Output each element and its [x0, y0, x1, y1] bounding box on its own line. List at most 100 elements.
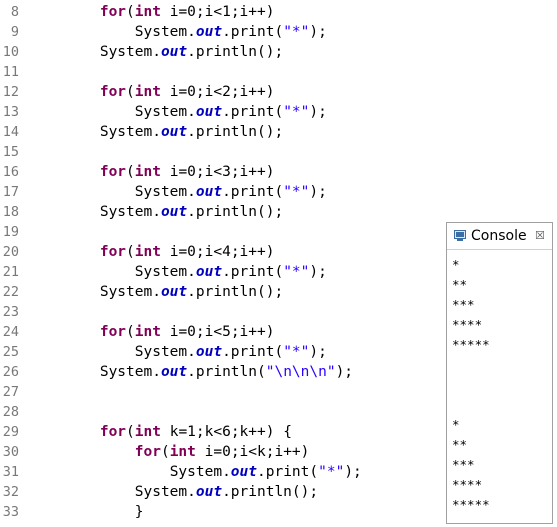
console-output-line: ***** [452, 497, 490, 512]
code-text[interactable]: System.out.println(); [30, 482, 318, 502]
keyword-token: for [99, 324, 127, 340]
code-text[interactable]: for(int i=0;i<3;i++) [30, 162, 275, 182]
console-output-line: *** [452, 297, 475, 312]
code-token: i=0;i<1;i++) [160, 4, 275, 20]
code-token: .print( [222, 184, 284, 200]
code-token: ( [126, 164, 135, 180]
code-line[interactable]: 9 System.out.print("*"); [0, 22, 557, 42]
code-token: System. [134, 104, 196, 120]
console-output-line: **** [452, 317, 483, 332]
code-line[interactable]: 11 [0, 62, 557, 82]
line-number: 26 [2, 364, 19, 380]
string-token: "*" [283, 344, 310, 360]
code-token: k=1;k<6;k++) { [160, 424, 292, 440]
field-token: out [160, 364, 188, 380]
keyword-token: for [99, 424, 127, 440]
code-token: ); [309, 184, 327, 200]
code-token: .println(); [187, 284, 284, 300]
code-text[interactable]: System.out.println(); [30, 42, 283, 62]
code-line[interactable]: 18 System.out.println(); [0, 202, 557, 222]
line-number: 15 [2, 144, 19, 160]
code-text[interactable]: System.out.println(); [30, 122, 283, 142]
code-token: ); [344, 464, 362, 480]
code-text[interactable]: System.out.print("*"); [30, 182, 327, 202]
field-token: out [195, 184, 223, 200]
field-token: out [230, 464, 257, 480]
console-output-line: ***** [452, 337, 490, 352]
close-icon[interactable]: ☒ [535, 229, 545, 243]
code-text[interactable]: } [30, 502, 144, 522]
code-token: ); [309, 24, 327, 40]
line-number: 17 [2, 184, 19, 200]
code-token: System. [134, 344, 196, 360]
console-output-line: **** [452, 477, 483, 492]
string-token: "\n\n\n" [265, 364, 336, 380]
code-line[interactable]: 12 for(int i=0;i<2;i++) [0, 82, 557, 102]
code-token: System. [169, 464, 231, 480]
string-token: "*" [318, 464, 345, 480]
line-number: 28 [2, 404, 19, 420]
field-token: out [160, 124, 188, 140]
code-token: .println(); [222, 484, 319, 500]
code-text[interactable]: System.out.print("*"); [30, 462, 362, 482]
field-token: out [195, 104, 223, 120]
code-text[interactable]: System.out.print("*"); [30, 342, 327, 362]
console-tab[interactable]: Console ☒ [447, 223, 552, 250]
console-output-line: *** [452, 457, 475, 472]
line-number: 20 [2, 244, 19, 260]
field-token: out [160, 204, 188, 220]
code-token: ( [160, 444, 170, 460]
code-token: System. [99, 204, 161, 220]
line-number: 19 [2, 224, 19, 240]
string-token: "*" [283, 104, 310, 120]
code-text[interactable]: System.out.println("\n\n\n"); [30, 362, 353, 382]
console-view[interactable]: Console ☒ * ** *** **** ***** * ** *** **** ***** [446, 222, 553, 524]
console-view-icon [454, 230, 466, 241]
code-text[interactable]: System.out.println(); [30, 202, 283, 222]
line-number: 24 [2, 324, 19, 340]
code-line[interactable]: 10 System.out.println(); [0, 42, 557, 62]
line-number: 27 [2, 384, 19, 400]
code-text[interactable]: for(int k=1;k<6;k++) { [30, 422, 292, 442]
code-line[interactable]: 13 System.out.print("*"); [0, 102, 557, 122]
code-line[interactable]: 16 for(int i=0;i<3;i++) [0, 162, 557, 182]
code-text[interactable]: System.out.print("*"); [30, 22, 327, 42]
field-token: out [160, 284, 188, 300]
line-number: 12 [2, 84, 19, 100]
code-text[interactable]: for(int i=0;i<k;i++) [30, 442, 310, 462]
console-output-line: ** [452, 277, 468, 292]
line-number: 13 [2, 104, 19, 120]
line-number: 10 [2, 44, 19, 60]
code-text[interactable]: for(int i=0;i<4;i++) [30, 242, 275, 262]
code-text[interactable]: for(int i=0;i<2;i++) [30, 82, 275, 102]
code-line[interactable]: 8 for(int i=0;i<1;i++) [0, 2, 557, 22]
code-token: i=0;i<2;i++) [160, 84, 275, 100]
keyword-token: for [134, 444, 161, 460]
code-text[interactable]: for(int i=0;i<5;i++) [30, 322, 275, 342]
line-number: 33 [2, 504, 19, 520]
code-token: ); [335, 364, 354, 380]
code-text[interactable]: for(int i=0;i<1;i++) [30, 2, 275, 22]
keyword-token: int [134, 324, 161, 340]
code-token: System. [99, 284, 161, 300]
keyword-token: int [134, 424, 161, 440]
code-token: ( [126, 244, 135, 260]
code-token: ( [126, 424, 135, 440]
code-token: System. [134, 264, 196, 280]
line-number: 23 [2, 304, 19, 320]
code-token: .print( [222, 104, 284, 120]
code-line[interactable]: 15 [0, 142, 557, 162]
code-line[interactable]: 17 System.out.print("*"); [0, 182, 557, 202]
code-line[interactable]: 14 System.out.println(); [0, 122, 557, 142]
code-token: System. [134, 484, 196, 500]
code-token: System. [99, 364, 161, 380]
code-token: ); [309, 264, 327, 280]
line-number: 29 [2, 424, 19, 440]
code-text[interactable]: System.out.print("*"); [30, 102, 327, 122]
keyword-token: int [134, 4, 161, 20]
code-text[interactable]: System.out.print("*"); [30, 262, 327, 282]
keyword-token: int [134, 164, 161, 180]
code-token: .print( [222, 264, 284, 280]
code-token: .println(); [187, 124, 284, 140]
code-text[interactable]: System.out.println(); [30, 282, 283, 302]
